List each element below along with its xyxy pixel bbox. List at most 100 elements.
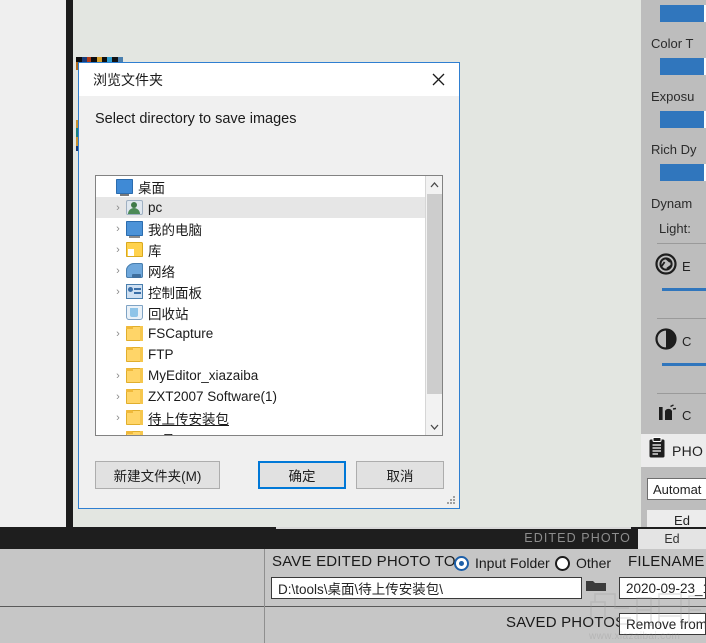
tree-item[interactable]: › 控制面板 (96, 281, 442, 302)
slider-label-1: Exposu (651, 89, 695, 104)
folder-icon (126, 410, 143, 425)
tree-item-label: 回收站 (148, 306, 189, 322)
library-icon (126, 242, 143, 257)
browse-folder-dialog: 浏览文件夹 Select directory to save images ›桌… (78, 62, 460, 509)
browse-folder-button[interactable] (582, 577, 610, 599)
slider-track-3[interactable] (660, 164, 706, 181)
tree-item[interactable]: › 我的电脑 (96, 218, 442, 239)
slider-track-0[interactable] (660, 5, 706, 22)
control-panel-icon (126, 284, 143, 299)
tree-scrollbar-thumb[interactable] (427, 194, 442, 394)
radio-other-indicator[interactable] (555, 555, 570, 571)
chevron-right-icon[interactable]: › (110, 244, 126, 256)
dialog-prompt: Select directory to save images (95, 111, 297, 127)
automatic-field[interactable]: Automat (647, 478, 706, 500)
cancel-button[interactable]: 取消 (356, 461, 444, 489)
tree-item-label: 待上传安装包 (148, 411, 229, 427)
folder-icon (126, 347, 143, 362)
chevron-down-icon[interactable] (426, 418, 442, 435)
user-icon (126, 200, 143, 215)
slider-track-1[interactable] (660, 58, 706, 75)
radio-other-label: Other (576, 555, 612, 571)
chevron-right-icon[interactable]: › (110, 265, 126, 277)
clipboard-icon (648, 437, 666, 464)
saved-photos-select[interactable]: Remove from (619, 613, 706, 635)
radio-other[interactable]: Other (555, 555, 611, 571)
tool-bar-0[interactable] (662, 288, 706, 291)
tree-item[interactable]: › 库 (96, 239, 442, 260)
chevron-up-icon[interactable] (426, 176, 442, 193)
dialog-titlebar[interactable]: 浏览文件夹 (79, 63, 459, 96)
tool-label-1: C (682, 334, 692, 349)
tree-item[interactable]: ›桌面 (96, 176, 442, 197)
tree-item[interactable]: ›回收站 (96, 302, 442, 323)
ok-button[interactable]: 确定 (258, 461, 346, 489)
dialog-title: 浏览文件夹 (93, 71, 163, 88)
panel-separator-1 (657, 243, 706, 244)
saved-photos-label: SAVED PHOTOS: (506, 614, 630, 631)
chevron-right-icon[interactable]: › (110, 370, 126, 382)
folder-open-icon (585, 578, 607, 598)
tab-edited-photo[interactable]: EDITED PHOTO (524, 527, 631, 549)
folder-icon (126, 368, 143, 383)
resize-grip[interactable] (447, 496, 455, 504)
tree-item-label: 工具 (148, 429, 181, 436)
aperture-icon (655, 253, 677, 280)
folder-tree[interactable]: ›桌面›pc›我的电脑›库›网络›控制面板›回收站›FSCapture›FTP›… (95, 175, 443, 436)
chevron-right-icon[interactable]: › (110, 391, 126, 403)
tree-scrollbar[interactable] (425, 176, 442, 435)
desktop-icon (116, 179, 133, 196)
tool-label-0: E (682, 259, 691, 274)
curves-icon (657, 403, 677, 428)
chevron-right-icon[interactable]: › (110, 433, 126, 436)
tree-item-label: 控制面板 (148, 285, 202, 301)
chevron-right-icon[interactable]: › (110, 286, 126, 298)
tab-active[interactable]: Ed (638, 529, 706, 549)
close-icon[interactable] (417, 63, 459, 95)
tool-bar-1[interactable] (662, 363, 706, 366)
slider-track-2[interactable] (660, 111, 706, 128)
tree-item[interactable]: › pc (96, 197, 442, 218)
recycle-bin-icon (126, 305, 143, 320)
chevron-right-icon[interactable]: › (110, 412, 126, 424)
my-computer-icon (126, 221, 143, 238)
photo-tab[interactable]: PHO (641, 434, 706, 467)
tree-item-label: 我的电脑 (148, 222, 202, 238)
network-icon (126, 263, 143, 278)
filename-date-input[interactable]: 2020-09-23_1 (619, 577, 706, 599)
save-edited-photo-to-label: SAVE EDITED PHOTO TO: (272, 553, 461, 570)
tree-item[interactable]: › 待上传安装包 (96, 407, 442, 428)
filename-label: FILENAME A (628, 553, 706, 570)
new-folder-button[interactable]: 新建文件夹(M) (95, 461, 220, 489)
tree-item-label: 库 (148, 243, 162, 259)
tree-item-label: MyEditor_xiazaiba (148, 368, 259, 383)
tree-item[interactable]: ›FTP (96, 344, 442, 365)
tree-item-label: ZXT2007 Software(1) (148, 389, 278, 404)
bottom-row-divider (265, 606, 706, 607)
radio-input-folder[interactable]: Input Folder (454, 555, 550, 571)
save-path-input[interactable]: D:\tools\桌面\待上传安装包\ (271, 577, 582, 599)
folder-icon (126, 431, 143, 435)
radio-input-folder-indicator[interactable] (454, 555, 469, 571)
chevron-right-icon[interactable]: › (110, 223, 126, 235)
tool-row-curves[interactable]: C (651, 403, 691, 428)
tree-item[interactable]: › 网络 (96, 260, 442, 281)
bottom-left-divider (0, 606, 264, 607)
light-label: Light: (659, 221, 691, 236)
chevron-right-icon[interactable]: › (110, 328, 126, 340)
tree-item-label: FTP (148, 347, 174, 362)
radio-input-folder-label: Input Folder (475, 555, 550, 571)
tree-item[interactable]: › 工具 (96, 428, 442, 436)
panel-separator-2 (657, 318, 706, 319)
slider-label-0: Color T (651, 36, 694, 51)
tool-row-contrast[interactable]: C (649, 328, 691, 355)
tree-item-label: FSCapture (148, 326, 214, 341)
tool-row-exposure[interactable]: E (649, 253, 691, 280)
chevron-right-icon[interactable]: › (110, 202, 126, 214)
photo-tab-label: PHO (672, 442, 704, 459)
tree-item[interactable]: › ZXT2007 Software(1) (96, 386, 442, 407)
panel-separator-3 (657, 393, 706, 394)
tree-item[interactable]: › MyEditor_xiazaiba (96, 365, 442, 386)
slider-label-3: Dynam (651, 196, 693, 211)
tree-item[interactable]: › FSCapture (96, 323, 442, 344)
